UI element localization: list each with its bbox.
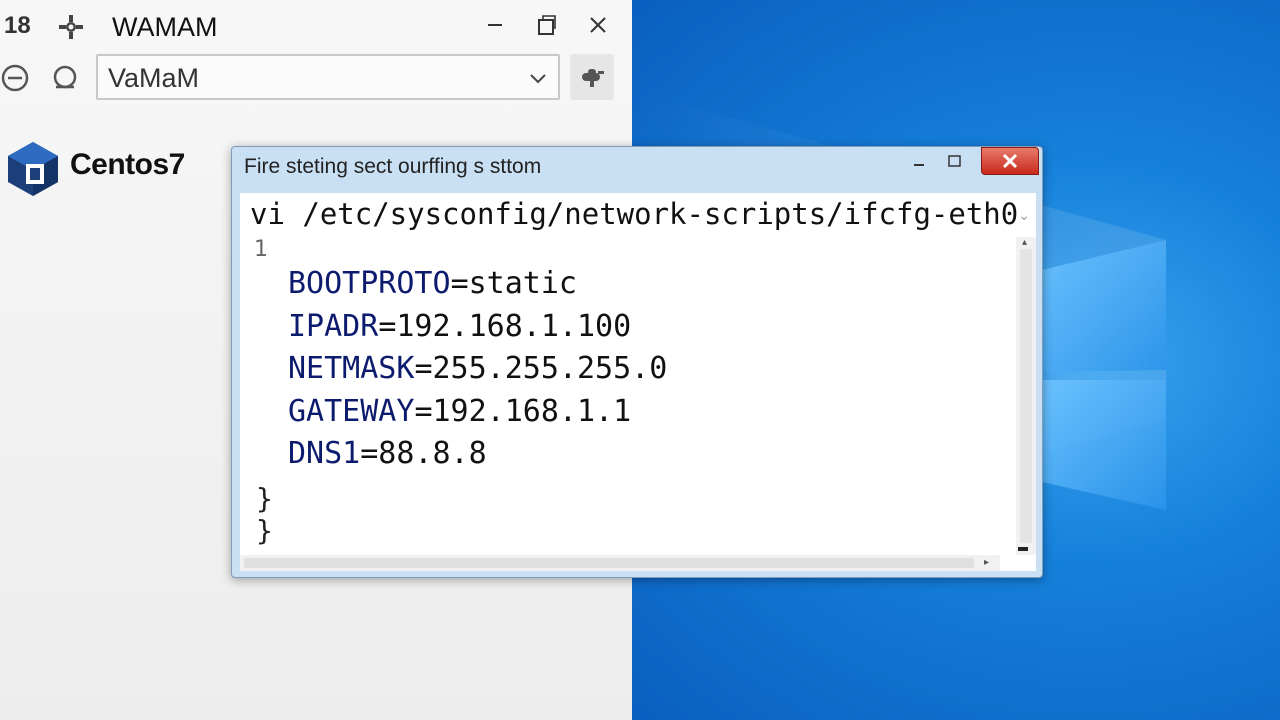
code-block: BOOTPROTO=static IPADR=192.168.1.100 NET… [288,263,667,476]
centos-brand: Centos7 [4,140,224,196]
config-key: NETMASK [288,351,415,386]
scroll-up-icon[interactable]: ▴ [1022,237,1027,248]
chevron-down-icon[interactable]: ⌄ [1018,207,1030,224]
combobox-value: VaMaM [108,63,200,93]
brand-label: Centos7 [70,148,185,181]
maximize-icon [948,155,961,167]
closing-braces: } } [256,483,273,547]
app-number: 18 [4,12,31,39]
command-bar[interactable]: vi /etc/sysconfig/network-scripts/ifcfg-… [240,193,1036,237]
maximize-button[interactable] [531,10,561,40]
config-key: DNS1 [288,436,361,471]
command-text: vi /etc/sysconfig/network-scripts/ifcfg-… [250,197,1019,231]
app-titlebar: 18 WAMAM [0,0,632,52]
refresh-button[interactable] [50,63,80,93]
line-number: 1 [254,237,268,262]
back-button[interactable] [0,63,30,93]
config-value: =255.255.255.0 [414,351,668,386]
code-line: NETMASK=255.255.255.0 [288,348,667,391]
app-title: WAMAM [112,12,218,42]
code-line: DNS1=88.8.8 [288,433,667,476]
chevron-down-icon[interactable] [528,68,548,88]
scroll-right-icon[interactable]: ▸ [984,557,989,568]
brace: } [256,482,273,515]
minimize-icon [914,164,924,166]
config-value: =192.168.1.1 [414,393,632,429]
config-value: =static [450,266,577,301]
dialog-title: Fire steting sect ourffing s sttom [244,155,542,178]
config-key: BOOTPROTO [288,266,451,301]
horizontal-scrollbar[interactable]: ▸ [240,555,1000,571]
code-line: IPADR=192.168.1.100 [288,306,667,349]
minimize-icon [488,24,502,26]
centos-logo-icon [8,142,58,196]
config-value: =192.168.1.100 [378,308,632,344]
refresh-icon [53,65,77,89]
code-line: BOOTPROTO=static [288,263,667,306]
editor-area[interactable]: 1 BOOTPROTO=static IPADR=192.168.1.100 N… [240,237,1036,571]
brace: } [256,514,273,547]
config-key: IPADR [288,308,379,344]
dialog-close-button[interactable] [981,147,1039,175]
editor-dialog: Fire steting sect ourffing s sttom vi /e… [231,146,1043,578]
close-icon [590,17,606,33]
close-button[interactable] [583,10,613,40]
minimize-button[interactable] [480,10,510,40]
close-icon [1002,153,1018,169]
cloud-tool-icon [582,69,604,87]
scrollbar-thumb[interactable] [244,558,974,568]
tool-button[interactable] [570,54,614,100]
vertical-scrollbar[interactable]: ▴ [1016,237,1036,555]
scrollbar-thumb[interactable] [1020,249,1032,543]
config-value: =88.8.8 [360,436,487,471]
restore-icon [538,15,556,35]
address-combobox[interactable]: VaMaM [96,54,560,100]
resize-grip-icon[interactable] [1018,547,1028,551]
back-circle-icon [1,64,29,92]
config-key: GATEWAY [288,393,415,429]
dialog-maximize-button[interactable] [933,147,977,175]
code-line: GATEWAY=192.168.1.1 [288,391,667,434]
settings-gear-icon[interactable] [58,14,84,40]
